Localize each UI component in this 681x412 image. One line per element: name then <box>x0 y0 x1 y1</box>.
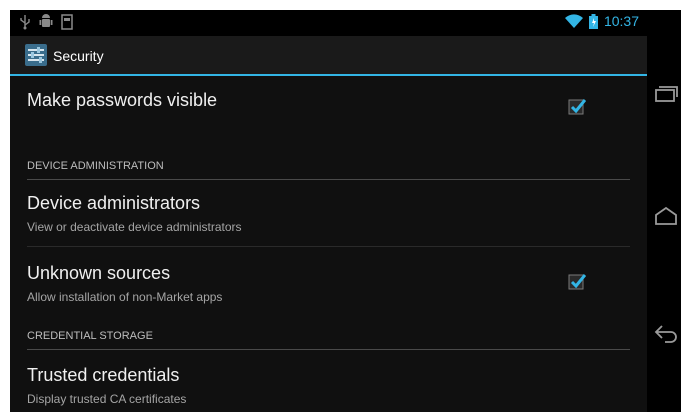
page-title: Security <box>53 48 104 64</box>
navigation-bar <box>647 10 681 412</box>
section-header-label: DEVICE ADMINISTRATION <box>27 160 164 172</box>
section-header-device-administration: DEVICE ADMINISTRATION <box>27 152 630 180</box>
list-divider <box>27 246 630 247</box>
section-header-credential-storage: CREDENTIAL STORAGE <box>27 322 630 350</box>
checkbox-checked-icon[interactable] <box>568 97 586 115</box>
status-clock: 10:37 <box>603 13 639 29</box>
pref-make-passwords-visible[interactable]: Make passwords visible <box>27 90 627 130</box>
section-header-label: CREDENTIAL STORAGE <box>27 330 153 342</box>
settings-app-icon[interactable] <box>25 44 47 66</box>
pref-title: Trusted credentials <box>27 365 180 385</box>
pref-title: Device administrators <box>27 193 201 213</box>
pref-device-administrators[interactable]: Device administrators View or deactivate… <box>27 193 627 243</box>
pref-summary: Allow installation of non-Market apps <box>27 290 223 304</box>
wifi-icon <box>564 14 583 28</box>
pref-title: Unknown sources <box>27 263 171 283</box>
action-bar: Security <box>10 36 647 76</box>
device-screen: 10:37 Security Make passwords visible DE… <box>10 10 647 412</box>
pref-unknown-sources[interactable]: Unknown sources Allow installation of no… <box>27 263 627 313</box>
android-debug-icon <box>39 14 53 27</box>
pref-title: Make passwords visible <box>27 90 218 110</box>
pref-trusted-credentials[interactable]: Trusted credentials Display trusted CA c… <box>27 365 627 412</box>
pref-summary: View or deactivate device administrators <box>27 220 242 234</box>
home-icon[interactable] <box>653 206 679 226</box>
sd-card-icon <box>61 14 73 30</box>
pref-summary: Display trusted CA certificates <box>27 392 187 406</box>
checkbox-checked-icon[interactable] <box>568 272 586 290</box>
back-icon[interactable] <box>653 323 679 343</box>
usb-icon <box>20 15 30 30</box>
status-bar: 10:37 <box>10 10 647 36</box>
recent-apps-icon[interactable] <box>653 84 679 104</box>
battery-icon <box>588 13 598 29</box>
